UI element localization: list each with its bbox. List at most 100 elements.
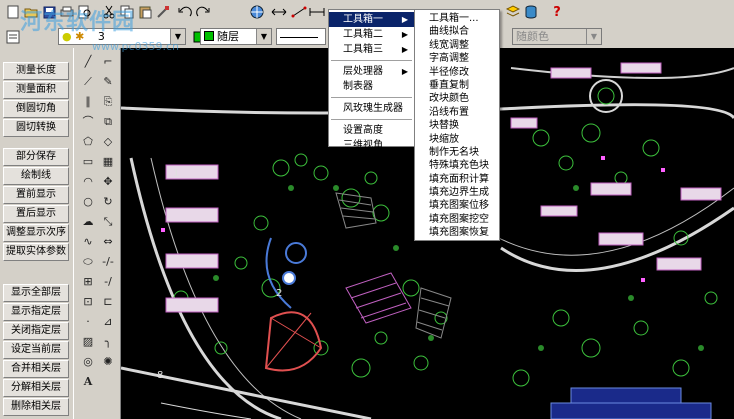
polygon-icon[interactable]: ⬠ bbox=[80, 134, 96, 150]
database-icon[interactable] bbox=[522, 3, 540, 21]
arc-icon[interactable]: ◠ bbox=[80, 174, 96, 190]
submenu-item[interactable]: 填充边界生成 bbox=[415, 186, 499, 199]
command-button[interactable]: 部分保存 bbox=[3, 148, 69, 166]
command-button[interactable]: 设定当前层 bbox=[3, 341, 69, 359]
command-button[interactable]: 提取实体参数 bbox=[3, 243, 69, 261]
submenu-item[interactable]: 沿线布置 bbox=[415, 106, 499, 119]
submenu-item[interactable]: 线宽调整 bbox=[415, 39, 499, 52]
line-icon[interactable]: ╱ bbox=[80, 54, 96, 70]
submenu-item[interactable]: 垂直复制 bbox=[415, 79, 499, 92]
toolbox-one-submenu: 工具箱一... 曲线拟合 线宽调整 字高调整 半径修改 垂直复制 改块颜色 沿线布置 块替换 块缩… bbox=[414, 9, 500, 241]
array-icon[interactable]: ▦ bbox=[100, 154, 116, 170]
command-button[interactable]: 显示指定层 bbox=[3, 303, 69, 321]
paste-icon[interactable] bbox=[136, 3, 154, 21]
command-button[interactable]: 合并相关层 bbox=[3, 360, 69, 378]
chamfer-icon[interactable]: ⊿ bbox=[100, 314, 116, 330]
command-button[interactable]: 测量长度 bbox=[3, 62, 69, 80]
command-button[interactable]: 置后显示 bbox=[3, 205, 69, 223]
spline-icon[interactable]: ∿ bbox=[80, 234, 96, 250]
make-block-icon[interactable]: ⊡ bbox=[80, 294, 96, 310]
menu-separator bbox=[331, 97, 412, 98]
menu-item[interactable]: 工具箱三 ▶ bbox=[329, 42, 414, 57]
submenu-item[interactable]: 填充图案恢复 bbox=[415, 226, 499, 239]
lineweight-combo[interactable] bbox=[276, 28, 326, 45]
command-button[interactable]: 圆切转换 bbox=[3, 119, 69, 137]
region-icon[interactable]: ◎ bbox=[80, 354, 96, 370]
circle-icon[interactable]: ○ bbox=[80, 194, 96, 210]
menu-item-label: 风玫瑰生成器 bbox=[343, 103, 403, 114]
command-button[interactable]: 显示全部层 bbox=[3, 284, 69, 302]
linetype-combo[interactable]: 随层 ▼ bbox=[200, 28, 272, 45]
submenu-item[interactable]: 特殊填充色块 bbox=[415, 159, 499, 172]
scale-icon[interactable]: ⤡ bbox=[100, 214, 116, 230]
multiline-icon[interactable]: ∥ bbox=[80, 94, 96, 110]
command-button[interactable]: 测量面积 bbox=[3, 81, 69, 99]
point-icon[interactable]: · bbox=[80, 314, 96, 330]
explode-icon[interactable]: ✺ bbox=[100, 354, 116, 370]
submenu-item[interactable]: 改块颜色 bbox=[415, 92, 499, 105]
trim-icon[interactable]: -/- bbox=[100, 254, 116, 270]
offset-icon[interactable]: ◇ bbox=[100, 134, 116, 150]
redo-icon[interactable] bbox=[194, 3, 212, 21]
svg-text:8: 8 bbox=[157, 370, 163, 381]
submenu-item[interactable]: 工具箱一... bbox=[415, 12, 499, 25]
chevron-down-icon[interactable]: ▼ bbox=[256, 29, 271, 44]
menu-item[interactable]: 工具箱一 ▶ bbox=[329, 12, 414, 27]
revcloud-icon[interactable]: ☁ bbox=[80, 214, 96, 230]
submenu-item[interactable]: 填充图案挖空 bbox=[415, 213, 499, 226]
move-icon[interactable]: ✥ bbox=[100, 174, 116, 190]
web-icon[interactable] bbox=[248, 3, 266, 21]
pan-icon[interactable] bbox=[270, 3, 288, 21]
linetype-value: 随层 bbox=[217, 30, 239, 43]
submenu-item[interactable]: 填充图案位移 bbox=[415, 199, 499, 212]
rectangle-icon[interactable]: ▭ bbox=[80, 154, 96, 170]
command-panel: 测量长度 测量面积 倒圆切角 圆切转换部分保存 绘制线 置前显示 置后显示 调整显示次序 提取实… bbox=[0, 48, 73, 419]
command-button[interactable]: 绘制线 bbox=[3, 167, 69, 185]
linetype-swatch bbox=[204, 31, 214, 41]
menu-item[interactable]: 三维视角 bbox=[329, 138, 414, 153]
submenu-item[interactable]: 曲线拟合 bbox=[415, 25, 499, 38]
pline-icon[interactable]: ⌒ bbox=[80, 114, 96, 130]
zoom-icon[interactable] bbox=[290, 3, 308, 21]
erase-icon[interactable]: ✎ bbox=[100, 74, 116, 90]
submenu-item[interactable]: 块缩放 bbox=[415, 133, 499, 146]
submenu-item[interactable]: 填充面积计算 bbox=[415, 173, 499, 186]
menu-item[interactable]: 风玫瑰生成器 bbox=[329, 101, 414, 116]
polyline-icon[interactable]: ⌐ bbox=[100, 54, 116, 70]
help-icon[interactable]: ? bbox=[548, 3, 566, 21]
mirror-icon[interactable]: ⧉ bbox=[100, 114, 116, 130]
mtext-icon[interactable]: A bbox=[80, 374, 96, 390]
undo-icon[interactable] bbox=[176, 3, 194, 21]
menu-separator bbox=[331, 119, 412, 120]
copy-object-icon[interactable]: ⎘ bbox=[100, 94, 116, 110]
submenu-arrow-icon: ▶ bbox=[401, 15, 408, 24]
command-button[interactable]: 删除相关层 bbox=[3, 398, 69, 416]
construction-line-icon[interactable]: ⟋ bbox=[80, 74, 96, 90]
stretch-icon[interactable]: ⇔ bbox=[100, 234, 116, 250]
command-button[interactable]: 调整显示次序 bbox=[3, 224, 69, 242]
ellipse-icon[interactable]: ⬭ bbox=[80, 254, 96, 270]
fillet-icon[interactable]: ╮ bbox=[100, 334, 116, 350]
submenu-item[interactable]: 块替换 bbox=[415, 119, 499, 132]
draw-toolbar: ╱ ⌐ ⟋ ✎ ∥ ⎘ ⌒ ⧉ ⬠ ◇ ▭ ▦ ◠ ✥ ○ ↻ ☁ ⤡ ∿ ⇔ … bbox=[73, 48, 121, 419]
layer-icon[interactable] bbox=[504, 3, 522, 21]
menu-item[interactable]: 工具箱二 ▶ bbox=[329, 27, 414, 42]
submenu-item[interactable]: 半径修改 bbox=[415, 66, 499, 79]
rotate-icon[interactable]: ↻ bbox=[100, 194, 116, 210]
command-button[interactable]: 关闭指定层 bbox=[3, 322, 69, 340]
hatch-icon[interactable]: ▨ bbox=[80, 334, 96, 350]
match-icon[interactable] bbox=[154, 3, 172, 21]
command-button[interactable]: 倒圆切角 bbox=[3, 100, 69, 118]
submenu-item[interactable]: 制作无名块 bbox=[415, 146, 499, 159]
break-icon[interactable]: ⊏ bbox=[100, 294, 116, 310]
menu-item[interactable]: 制表器 bbox=[329, 79, 414, 94]
distance-icon[interactable] bbox=[308, 3, 326, 21]
command-button[interactable]: 分解相关层 bbox=[3, 379, 69, 397]
insert-block-icon[interactable]: ⊞ bbox=[80, 274, 96, 290]
extend-icon[interactable]: -/ bbox=[100, 274, 116, 290]
menu-item[interactable]: 层处理器 ▶ bbox=[329, 64, 414, 79]
command-button[interactable]: 置前显示 bbox=[3, 186, 69, 204]
menu-item-label: 制表器 bbox=[343, 81, 373, 92]
submenu-item[interactable]: 字高调整 bbox=[415, 52, 499, 65]
menu-item[interactable]: 设置高度 bbox=[329, 123, 414, 138]
